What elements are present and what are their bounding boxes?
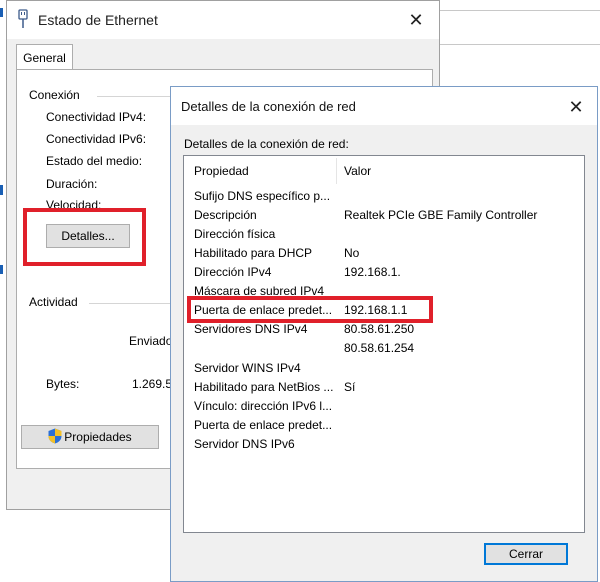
row-value: Realtek PCIe GBE Family Controller [344,208,538,222]
ethernet-window-title: Estado de Ethernet [38,12,158,28]
ethernet-cable-icon [18,9,28,28]
row-property: Servidor DNS IPv6 [194,437,295,451]
row-value: Sí [344,380,356,394]
row-property: Puerta de enlace predet... [194,418,333,432]
row-value: 80.58.61.254 [344,341,415,355]
details-dialog-titlebar: Detalles de la conexión de red ✕ [171,87,597,125]
highlight-box-details-button [23,208,146,266]
background-divider [440,10,600,11]
bytes-label: Bytes: [46,377,80,391]
background-link-fragment [0,8,3,17]
table-row[interactable]: Servidor WINS IPv4 [184,359,584,378]
row-property: Dirección IPv4 [194,265,272,279]
ethernet-window-titlebar: Estado de Ethernet ✕ [7,1,439,39]
details-dialog-close-icon[interactable]: ✕ [563,94,589,120]
uac-shield-icon [48,428,62,444]
table-row[interactable]: Sufijo DNS específico p... [184,187,584,206]
ipv4-connectivity-label: Conectividad IPv4: [46,110,147,124]
row-property: Habilitado para NetBios ... [194,380,334,394]
table-row[interactable]: Habilitado para NetBios ... Sí [184,378,584,397]
ipv6-connectivity-label: Conectividad IPv6: [46,132,147,146]
row-property: Descripción [194,208,257,222]
background-divider [440,44,600,45]
row-property: Sufijo DNS específico p... [194,189,331,203]
duration-label: Duración: [46,177,98,191]
details-list-view[interactable]: Propiedad Valor Sufijo DNS específico p.… [183,155,585,533]
connection-details-dialog: Detalles de la conexión de red ✕ Detalle… [170,86,598,582]
row-property: Servidor WINS IPv4 [194,361,301,375]
details-list-label: Detalles de la conexión de red: [184,137,349,151]
table-row[interactable]: Habilitado para DHCP No [184,244,584,263]
tab-general[interactable]: General [16,44,73,70]
sent-label: Enviado [129,334,173,348]
close-button[interactable]: Cerrar [484,543,568,565]
properties-button[interactable]: Propiedades [21,425,159,449]
column-separator[interactable] [336,158,337,184]
row-property: Dirección física [194,227,276,241]
details-dialog-title: Detalles de la conexión de red [181,99,356,114]
list-header: Propiedad Valor [184,156,584,186]
row-property: Servidores DNS IPv4 [194,322,308,336]
background-link-fragment [0,265,3,274]
properties-button-label: Propiedades [64,430,132,444]
row-property: Habilitado para DHCP [194,246,313,260]
row-value: 192.168.1. [344,265,401,279]
table-row[interactable]: Puerta de enlace predet... [184,416,584,435]
column-header-value[interactable]: Valor [344,164,371,178]
column-header-property[interactable]: Propiedad [194,164,249,178]
row-value: No [344,246,360,260]
row-value: 80.58.61.250 [344,322,415,336]
table-row[interactable]: Dirección IPv4 192.168.1. [184,263,584,282]
highlight-box-gateway-row [187,296,433,323]
activity-section-title: Actividad [29,295,78,309]
table-row[interactable]: Dirección física [184,225,584,244]
table-row[interactable]: Descripción Realtek PCIe GBE Family Cont… [184,206,584,225]
table-row[interactable]: 80.58.61.254 [184,339,584,358]
connection-section-title: Conexión [29,88,80,102]
background-link-fragment [0,185,3,195]
table-row[interactable]: Vínculo: dirección IPv6 l... [184,397,584,416]
row-property: Vínculo: dirección IPv6 l... [194,399,333,413]
media-state-label: Estado del medio: [46,154,143,168]
ethernet-window-close-icon[interactable]: ✕ [403,7,429,33]
bytes-sent-value: 1.269.5 [132,377,173,391]
table-row[interactable]: Servidor DNS IPv6 [184,435,584,454]
